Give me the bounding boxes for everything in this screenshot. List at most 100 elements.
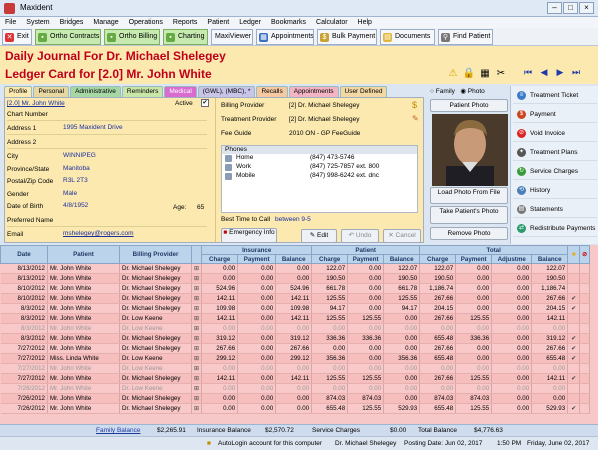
patient-link[interactable]: [2.0] Mr. John White [7, 100, 65, 107]
col-pat-balance[interactable]: Balance [383, 254, 421, 264]
phone-row[interactable]: Work (847) 725-7857 ext. 800 [222, 163, 417, 172]
exit-button[interactable]: ✕ Exit [2, 29, 32, 45]
charting-button[interactable]: ▪ Charting [163, 29, 208, 45]
edit-button[interactable]: ✎ Edit [301, 229, 337, 243]
tab-appointments[interactable]: Appointments [288, 86, 339, 97]
void-invoice-button[interactable]: ⊘ Void Invoice [513, 125, 597, 142]
col-ins-balance[interactable]: Balance [275, 254, 313, 264]
table-row[interactable]: 7/26/2012 Mr. John White Dr. Michael Shele… [0, 403, 591, 414]
menu-operations[interactable]: Operations [124, 17, 168, 28]
maxiviewer-button[interactable]: MaxiViewer [211, 29, 253, 45]
maximize-button[interactable]: □ [563, 2, 578, 14]
payment-button[interactable]: $ Payment [513, 106, 597, 123]
next-record-icon[interactable]: ▶ [552, 67, 568, 78]
col-tot-charge[interactable]: Charge [419, 254, 457, 264]
treatment-provider-value[interactable]: [2] Dr. Michael Shelegey [289, 116, 359, 123]
email-field[interactable]: mshelegey@rogers.com [63, 230, 134, 237]
dollar-icon[interactable]: $ [412, 100, 417, 110]
col-tot-adjustment[interactable]: Adjustme [491, 254, 533, 264]
bulk-payment-button[interactable]: $ Bulk Payment [317, 29, 377, 45]
service-charges-button[interactable]: ↻ Service Charges [513, 163, 597, 180]
phone-row[interactable]: Mobile (847) 998-6242 ext. dnc [222, 172, 417, 181]
dob-field[interactable]: 4/8/1952 [63, 202, 88, 209]
table-row[interactable]: 7/27/2012 Mr. John White Dr. Michael Shele… [0, 373, 591, 384]
table-row[interactable]: 7/27/2012 Miss. Linda White Dr. Low Keene ⊞… [0, 353, 591, 364]
address1-field[interactable]: 1995 Maxident Drive [63, 124, 123, 131]
ortho-contracts-button[interactable]: ▪ Ortho Contracts [35, 29, 101, 45]
minimize-button[interactable]: – [547, 2, 562, 14]
best-time-value[interactable]: between 9-5 [275, 216, 311, 223]
remove-photo-button[interactable]: Remove Photo [430, 227, 508, 240]
col-patient[interactable]: Patient [47, 245, 120, 264]
statements-button[interactable]: ▤ Statements [513, 201, 597, 218]
fee-guide-value[interactable]: 2010 ON - GP FeeGuide [289, 130, 360, 137]
first-record-icon[interactable]: ⏮ [520, 67, 536, 78]
col-tot-balance[interactable]: Balance [531, 254, 569, 264]
table-row[interactable]: 7/27/2012 Mr. John White Dr. Michael Shele… [0, 343, 591, 354]
redistribute-payments-button[interactable]: ⇄ Redistribute Payments [513, 220, 597, 237]
table-row[interactable]: 7/26/2012 Mr. John White Dr. Michael Shele… [0, 393, 591, 404]
tab-reminders[interactable]: Reminders [121, 86, 164, 97]
menu-patient[interactable]: Patient [202, 17, 234, 28]
appointments-button[interactable]: ▦ Appointments [256, 29, 314, 45]
documents-button[interactable]: ▤ Documents [380, 29, 435, 45]
prev-record-icon[interactable]: ◀ [536, 67, 552, 78]
tab-profile[interactable]: Profile [4, 86, 33, 97]
menu-bridges[interactable]: Bridges [55, 17, 89, 28]
take-photo-button[interactable]: Take Patient's Photo [430, 206, 508, 224]
province-field[interactable]: Manitoba [63, 165, 90, 172]
tab-alerts[interactable]: (GWL), (MBC), * [197, 86, 256, 97]
col-ins-charge[interactable]: Charge [201, 254, 239, 264]
col-pat-payment[interactable]: Payment [347, 254, 385, 264]
city-field[interactable]: WINNIPEG [63, 152, 96, 159]
table-row[interactable]: 8/3/2012 Mr. John White Dr. Michael Sheleg… [0, 303, 591, 314]
ortho-billing-button[interactable]: ▪ Ortho Billing [104, 29, 160, 45]
col-date[interactable]: Date [0, 245, 48, 264]
table-row[interactable]: 8/10/2012 Mr. John White Dr. Michael Shele… [0, 293, 591, 304]
treatment-plans-button[interactable]: ✦ Treatment Plans [513, 144, 597, 161]
menu-help[interactable]: Help [353, 17, 377, 28]
calculator-icon[interactable]: ▦ [478, 67, 492, 81]
menu-file[interactable]: File [0, 17, 21, 28]
patient-photo-button[interactable]: Patient Photo [430, 99, 508, 112]
table-row[interactable]: 8/3/2012 Mr. John White Dr. Low Keene ⊞ 142.… [0, 313, 591, 324]
col-ins-payment[interactable]: Payment [237, 254, 277, 264]
tools-icon[interactable]: ✂ [494, 67, 508, 81]
menu-manage[interactable]: Manage [88, 17, 123, 28]
undo-button[interactable]: ↶ Undo [341, 229, 379, 243]
menu-reports[interactable]: Reports [168, 17, 203, 28]
last-record-icon[interactable]: ⏭ [568, 67, 584, 78]
active-checkbox[interactable]: ✔ [201, 99, 209, 107]
cancel-button[interactable]: ✕ Cancel [383, 229, 421, 243]
signature-icon[interactable]: ✎ [412, 114, 419, 123]
close-button[interactable]: × [579, 2, 594, 14]
tab-medical[interactable]: Medical [164, 86, 197, 97]
col-tot-payment[interactable]: Payment [455, 254, 493, 264]
treatment-ticket-button[interactable]: ≡ Treatment Ticket [513, 87, 597, 104]
table-row[interactable]: 8/3/2012 Mr. John White Dr. Michael Sheleg… [0, 333, 591, 344]
tab-recalls[interactable]: Recalls [256, 86, 288, 97]
find-patient-button[interactable]: ⚲ Find Patient [438, 29, 493, 45]
table-row[interactable]: 7/27/2012 Mr. John White Dr. Low Keene ⊞ 0.0… [0, 363, 591, 374]
menu-system[interactable]: System [21, 17, 54, 28]
tab-administrative[interactable]: Administrative [70, 86, 121, 97]
menu-ledger[interactable]: Ledger [234, 17, 266, 28]
postal-field[interactable]: R3L 2T3 [63, 177, 88, 184]
photo-radio[interactable]: ◉ [460, 88, 466, 95]
table-row[interactable]: 8/3/2012 Mr. John White Dr. Low Keene ⊞ 0.00… [0, 323, 591, 334]
tab-user-defined[interactable]: User Defined [339, 86, 388, 97]
family-radio[interactable]: ○ [430, 88, 434, 95]
emergency-info-button[interactable]: ■ Emergency Info [221, 228, 277, 243]
table-row[interactable]: 8/13/2012 Mr. John White Dr. Michael Shele… [0, 273, 591, 284]
load-photo-button[interactable]: Load Photo From File [430, 187, 508, 204]
table-row[interactable]: 8/13/2012 Mr. John White Dr. Michael Shele… [0, 263, 591, 274]
menu-calculator[interactable]: Calculator [311, 17, 353, 28]
billing-provider-value[interactable]: [2] Dr. Michael Shelegey [289, 102, 359, 109]
family-balance-link[interactable]: Family Balance [96, 427, 140, 434]
table-row[interactable]: 8/10/2012 Mr. John White Dr. Michael Shele… [0, 283, 591, 294]
menu-bookmarks[interactable]: Bookmarks [266, 17, 311, 28]
table-row[interactable]: 7/26/2012 Mr. John White Dr. Low Keene ⊞ 0.0… [0, 383, 591, 394]
tab-personal[interactable]: Personal [33, 86, 70, 97]
warning-icon[interactable]: ⚠ [446, 67, 460, 81]
phone-row[interactable]: Home (847) 473-5746 [222, 154, 417, 163]
